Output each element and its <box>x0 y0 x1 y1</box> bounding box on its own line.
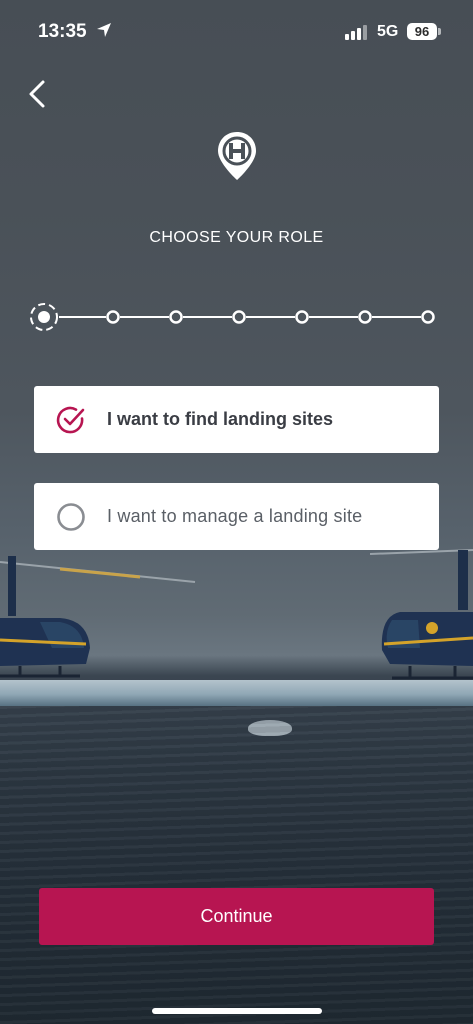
step-6 <box>358 310 372 324</box>
role-option-label: I want to manage a landing site <box>107 506 363 526</box>
role-option-label: I want to find landing sites <box>107 409 334 429</box>
chevron-left-icon <box>29 80 45 108</box>
home-indicator <box>152 1008 322 1014</box>
left-helicopter <box>0 556 196 678</box>
status-time: 13:35 <box>38 21 87 42</box>
signal-icon <box>345 25 367 40</box>
heliport-pin-icon <box>218 132 256 180</box>
step-7 <box>421 310 435 324</box>
role-option-manage-site[interactable]: I want to manage a landing site <box>34 483 439 550</box>
radio-unselected-icon <box>57 502 85 531</box>
status-bar: 13:35 5G 96 <box>0 0 473 60</box>
right-helicopter <box>370 549 473 680</box>
location-arrow-icon <box>97 23 111 37</box>
continue-button[interactable]: Continue <box>39 888 434 945</box>
battery-level: 96 <box>407 23 437 40</box>
step-1-dot <box>38 311 50 323</box>
battery-tip <box>438 28 441 35</box>
role-option-find-sites[interactable]: I want to find landing sites <box>34 386 439 453</box>
step-3 <box>169 310 183 324</box>
network-type: 5G <box>377 23 399 40</box>
page-title: CHOOSE YOUR ROLE <box>149 229 324 246</box>
step-2 <box>106 310 120 324</box>
step-5 <box>295 310 309 324</box>
sea-waves <box>0 706 473 1024</box>
back-button[interactable] <box>22 76 54 112</box>
progress-stepper <box>30 303 435 331</box>
step-4 <box>232 310 246 324</box>
checked-circle-icon <box>56 406 85 433</box>
